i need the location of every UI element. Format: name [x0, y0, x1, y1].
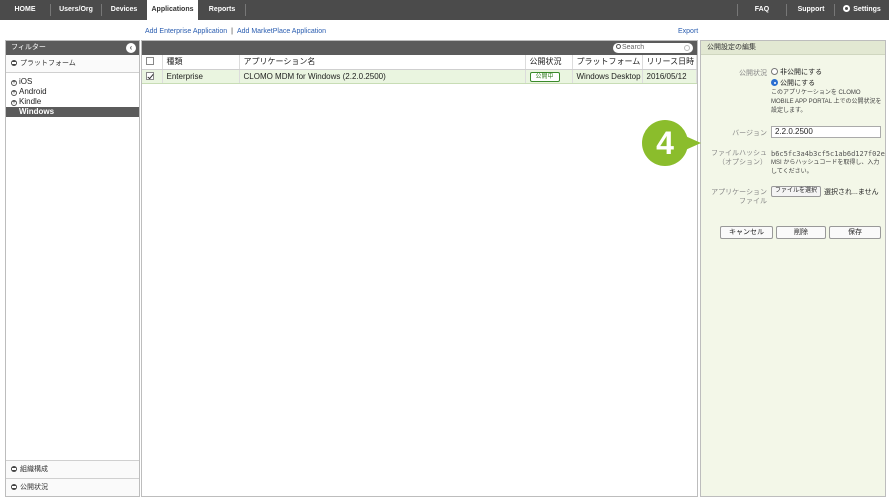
file-label-2: ファイル	[739, 198, 767, 205]
add-enterprise-link[interactable]: Add Enterprise Application	[145, 28, 227, 35]
hash-help-text: MSI からハッシュコードを取得し、入力してください。	[771, 160, 880, 175]
collapse-icon	[11, 484, 17, 490]
select-all-cell	[142, 55, 163, 70]
platform-item-android[interactable]: + Android	[6, 87, 139, 97]
clear-search-icon[interactable]	[684, 45, 690, 51]
row-checkbox-cell	[142, 69, 163, 84]
status-label: 公開状況	[739, 70, 767, 77]
platform-item-ios[interactable]: + iOS	[6, 77, 139, 87]
publish-settings-panel: 公開設定の編集 公開状況 非公開にする 公開にする このアプリケーションを CL…	[700, 40, 886, 497]
nav-divider	[786, 4, 787, 16]
step-number-badge: 4	[642, 120, 688, 166]
hash-label-optional: （オプション）	[718, 159, 767, 166]
expand-icon: +	[11, 80, 17, 86]
platform-label: Windows	[19, 107, 55, 116]
platform-item-kindle[interactable]: + Kindle	[6, 97, 139, 107]
sidebar-title: フィルター	[11, 44, 46, 51]
platform-section-toggle[interactable]: プラットフォーム	[6, 55, 139, 73]
cell-name: CLOMO MDM for Windows (2.2.0.2500)	[239, 69, 526, 84]
col-type-header[interactable]: 種類	[162, 55, 240, 70]
search-placeholder: Search	[622, 44, 645, 51]
cell-platform: Windows Desktop	[572, 69, 643, 84]
application-list-panel: Search 種類 アプリケーション名 公開状況 プラットフォーム リリース日時…	[141, 40, 698, 497]
radio-public[interactable]: 公開にする	[771, 78, 815, 88]
org-section-toggle[interactable]: 組織構成	[6, 460, 139, 478]
table-row[interactable]: Enterprise CLOMO MDM for Windows (2.2.0.…	[142, 69, 697, 84]
table-toolbar: Search	[142, 41, 697, 55]
nav-divider	[737, 4, 738, 16]
row-checkbox[interactable]	[146, 71, 154, 80]
cell-status: 公開中	[525, 69, 573, 84]
hash-input[interactable]: b6c5fc3a4b3cf5c1ab6d127f02e	[771, 150, 885, 158]
save-button[interactable]: 保存	[829, 226, 881, 239]
col-release-header[interactable]: リリース日時	[642, 55, 697, 70]
radio-public-label: 公開にする	[780, 80, 816, 87]
org-section-label: 組織構成	[20, 466, 48, 473]
status-section-toggle[interactable]: 公開状況	[6, 478, 139, 496]
platform-label: Kindle	[19, 97, 42, 106]
select-all-checkbox[interactable]	[146, 57, 154, 66]
version-label: バージョン	[732, 130, 767, 137]
nav-faq[interactable]: FAQ	[744, 0, 780, 20]
nav-divider	[834, 4, 835, 16]
cell-type: Enterprise	[162, 69, 240, 84]
application-table: 種類 アプリケーション名 公開状況 プラットフォーム リリース日時 Enterp…	[142, 55, 697, 84]
cell-release-date: 2016/05/12	[642, 69, 697, 84]
search-icon	[616, 44, 621, 49]
nav-users-org[interactable]: Users/Org	[51, 0, 101, 20]
delete-button[interactable]: 削除	[776, 226, 826, 239]
platform-section-label: プラットフォーム	[20, 60, 76, 67]
status-badge: 公開中	[529, 71, 560, 82]
platform-label: iOS	[19, 77, 33, 86]
radio-on-icon	[771, 79, 778, 86]
collapse-sidebar-button[interactable]: ‹	[126, 43, 136, 53]
nav-applications[interactable]: Applications	[147, 0, 198, 20]
add-marketplace-link[interactable]: Add MarketPlace Application	[237, 28, 326, 35]
expand-icon: +	[11, 90, 17, 96]
nav-support[interactable]: Support	[791, 0, 831, 20]
radio-off-icon	[771, 68, 778, 75]
file-status: 選択され...ません	[824, 189, 879, 196]
expand-icon: +	[11, 100, 17, 106]
nav-home[interactable]: HOME	[0, 0, 50, 20]
nav-settings-label: Settings	[853, 6, 881, 13]
panel-title: 公開設定の編集	[701, 41, 885, 55]
choose-file-button[interactable]: ファイルを選択	[771, 186, 822, 197]
nav-divider	[245, 4, 246, 16]
export-link[interactable]: Export	[678, 28, 698, 35]
add-links: Add Enterprise Application | Add MarketPla…	[145, 28, 326, 35]
status-help-text: このアプリケーションを CLOMO MOBILE APP PORTAL 上での公…	[771, 90, 882, 114]
sidebar-bottom-sections: 組織構成 公開状況	[6, 460, 139, 496]
link-separator: |	[231, 28, 233, 35]
nav-devices[interactable]: Devices	[102, 0, 146, 20]
filter-sidebar: フィルター ‹ プラットフォーム + iOS + Android + Kindle W…	[5, 40, 140, 497]
status-section-label: 公開状況	[20, 484, 48, 491]
table-header-row: 種類 アプリケーション名 公開状況 プラットフォーム リリース日時	[142, 55, 697, 70]
radio-private-label: 非公開にする	[780, 69, 823, 76]
col-platform-header[interactable]: プラットフォーム	[572, 55, 643, 70]
search-input[interactable]: Search	[613, 43, 693, 53]
cancel-button[interactable]: キャンセル	[720, 226, 773, 239]
platform-item-windows[interactable]: Windows	[6, 107, 139, 117]
platform-list: + iOS + Android + Kindle Windows	[6, 73, 139, 117]
collapse-icon	[11, 60, 17, 66]
sidebar-header: フィルター ‹	[6, 41, 139, 55]
col-status-header[interactable]: 公開状況	[525, 55, 573, 70]
col-name-header[interactable]: アプリケーション名	[239, 55, 526, 70]
collapse-icon	[11, 466, 17, 472]
platform-label: Android	[19, 87, 47, 96]
radio-private[interactable]: 非公開にする	[771, 67, 822, 77]
nav-reports[interactable]: Reports	[199, 0, 245, 20]
version-input[interactable]: 2.2.0.2500	[771, 126, 881, 138]
nav-settings[interactable]: Settings	[839, 0, 885, 20]
gear-icon	[843, 5, 851, 12]
top-nav: HOME Users/Org Devices Applications Repo…	[0, 0, 889, 20]
